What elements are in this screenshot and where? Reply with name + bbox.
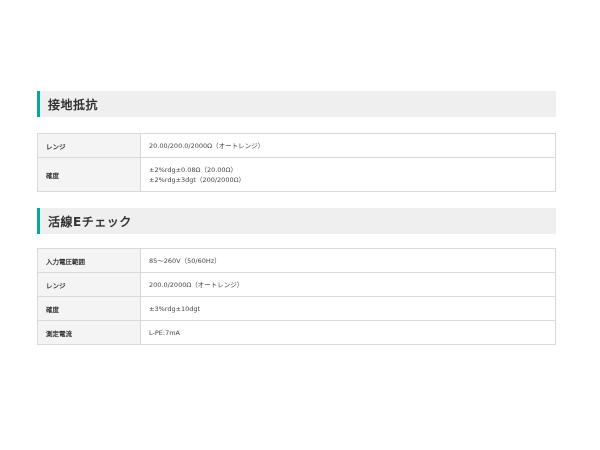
spec-table-live-e-check: 入力電圧範囲 85～260V（50/60Hz） レンジ 200.0/2000Ω（… xyxy=(37,248,556,345)
row-label: レンジ xyxy=(37,133,141,158)
section-title: 活線Eチェック xyxy=(48,214,132,229)
row-label: 入力電圧範囲 xyxy=(37,248,141,273)
row-value-line: 200.0/2000Ω（オートレンジ） xyxy=(149,280,244,289)
row-value: L-PE:7mA xyxy=(140,320,556,345)
row-value: 200.0/2000Ω（オートレンジ） xyxy=(140,272,556,297)
row-value-line: ±2%rdg±3dgt（200/2000Ω） xyxy=(149,175,246,184)
row-value-line: 85～260V（50/60Hz） xyxy=(149,256,221,265)
table-row: 確度 ±3%rdg±10dgt xyxy=(37,296,556,321)
row-value: 20.00/200.0/2000Ω（オートレンジ） xyxy=(140,133,556,158)
row-value: 85～260V（50/60Hz） xyxy=(140,248,556,273)
row-value-line: L-PE:7mA xyxy=(149,328,180,337)
row-label: 確度 xyxy=(37,157,141,192)
row-value-line: ±3%rdg±10dgt xyxy=(149,304,201,313)
row-label: レンジ xyxy=(37,272,141,297)
spec-table-earth-resistance: レンジ 20.00/200.0/2000Ω（オートレンジ） 確度 ±2%rdg±… xyxy=(37,133,556,192)
spec-page: 接地抵抗 レンジ 20.00/200.0/2000Ω（オートレンジ） 確度 ±2… xyxy=(37,91,556,345)
section-header-earth-resistance: 接地抵抗 xyxy=(37,91,556,117)
section-title: 接地抵抗 xyxy=(48,97,99,112)
row-value: ±2%rdg±0.08Ω（20.00Ω） ±2%rdg±3dgt（200/200… xyxy=(140,157,556,192)
section-header-live-e-check: 活線Eチェック xyxy=(37,208,556,234)
row-label: 確度 xyxy=(37,296,141,321)
row-value-line: 20.00/200.0/2000Ω（オートレンジ） xyxy=(149,141,265,150)
table-row: 入力電圧範囲 85～260V（50/60Hz） xyxy=(37,248,556,273)
table-row: レンジ 20.00/200.0/2000Ω（オートレンジ） xyxy=(37,133,556,158)
table-row: 測定電流 L-PE:7mA xyxy=(37,320,556,345)
table-row: レンジ 200.0/2000Ω（オートレンジ） xyxy=(37,272,556,297)
row-label: 測定電流 xyxy=(37,320,141,345)
row-value-line: ±2%rdg±0.08Ω（20.00Ω） xyxy=(149,165,238,174)
row-value: ±3%rdg±10dgt xyxy=(140,296,556,321)
table-row: 確度 ±2%rdg±0.08Ω（20.00Ω） ±2%rdg±3dgt（200/… xyxy=(37,157,556,192)
